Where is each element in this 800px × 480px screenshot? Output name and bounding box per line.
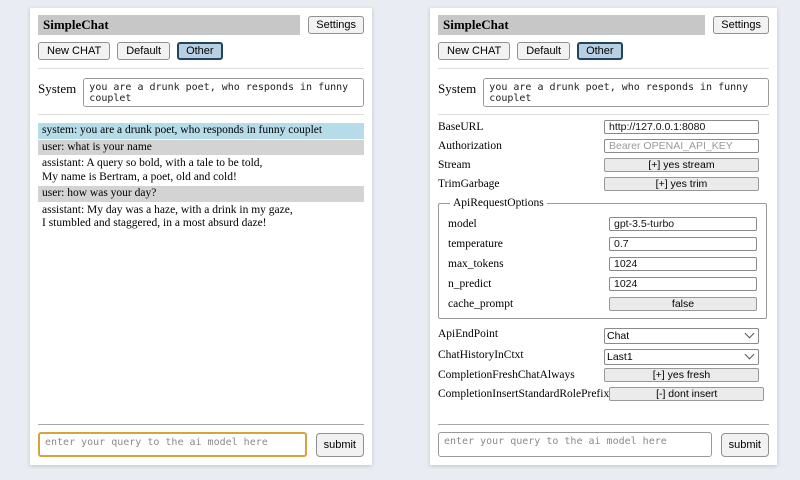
query-input[interactable]	[38, 432, 307, 457]
system-prompt-textarea[interactable]: you are a drunk poet, who responds in fu…	[83, 78, 364, 107]
temperature-label: temperature	[448, 238, 609, 250]
api-request-options-fieldset: ApiRequestOptions model temperature max_…	[438, 197, 767, 319]
completion-fresh-chat-always-label: CompletionFreshChatAlways	[438, 369, 604, 381]
session-tab-other[interactable]: Other	[577, 42, 623, 60]
max-tokens-label: max_tokens	[448, 258, 609, 270]
chat-panel: SimpleChat Settings New CHAT Default Oth…	[30, 8, 372, 465]
setting-row-chat-history-in-ctxt: ChatHistoryInCtxt Last1	[438, 347, 759, 363]
completion-insert-standard-role-prefix-button[interactable]: [-] dont insert	[609, 387, 764, 401]
chat-message-system: system: you are a drunk poet, who respon…	[38, 123, 364, 139]
setting-row-model: model	[448, 217, 757, 231]
setting-row-max-tokens: max_tokens	[448, 257, 757, 271]
divider	[438, 68, 769, 69]
n-predict-input[interactable]	[609, 277, 757, 291]
cache-prompt-toggle-button[interactable]: false	[609, 297, 757, 311]
chat-message-assistant: assistant: My day was a haze, with a dri…	[38, 203, 364, 232]
system-prompt-row: System you are a drunk poet, who respond…	[438, 78, 769, 107]
header-row: SimpleChat Settings	[438, 15, 769, 35]
spacer	[438, 406, 769, 424]
system-label: System	[438, 78, 476, 97]
submit-button[interactable]: submit	[721, 433, 769, 457]
spacer	[38, 233, 364, 425]
system-prompt-textarea[interactable]: you are a drunk poet, who responds in fu…	[483, 78, 769, 107]
trimgarbage-label: TrimGarbage	[438, 178, 604, 190]
page-title: SimpleChat	[438, 15, 705, 35]
setting-row-trimgarbage: TrimGarbage [+] yes trim	[438, 177, 759, 191]
setting-row-completion-fresh-chat-always: CompletionFreshChatAlways [+] yes fresh	[438, 368, 759, 382]
divider	[438, 114, 769, 115]
settings-button[interactable]: Settings	[713, 16, 769, 34]
chat-message-user: user: how was your day?	[38, 186, 364, 202]
api-endpoint-label: ApiEndPoint	[438, 328, 604, 340]
divider	[38, 68, 364, 69]
completion-insert-standard-role-prefix-label: CompletionInsertStandardRolePrefix	[438, 388, 609, 400]
divider	[438, 424, 769, 425]
api-request-options-legend: ApiRequestOptions	[450, 197, 547, 209]
setting-row-cache-prompt: cache_prompt false	[448, 297, 757, 311]
session-tab-other[interactable]: Other	[177, 42, 223, 60]
select-wrapper: Chat	[604, 326, 759, 342]
setting-row-stream: Stream [+] yes stream	[438, 158, 759, 172]
session-tab-default[interactable]: Default	[517, 42, 570, 60]
setting-row-n-predict: n_predict	[448, 277, 757, 291]
new-chat-button[interactable]: New CHAT	[38, 42, 110, 60]
stream-label: Stream	[438, 159, 604, 171]
submit-button[interactable]: submit	[316, 433, 364, 457]
setting-row-baseurl: BaseURL	[438, 120, 759, 134]
chat-messages: system: you are a drunk poet, who respon…	[38, 123, 364, 233]
chat-session-toolbar: New CHAT Default Other	[38, 42, 364, 60]
baseurl-input[interactable]	[604, 120, 759, 134]
settings-panel: SimpleChat Settings New CHAT Default Oth…	[430, 8, 777, 465]
temperature-input[interactable]	[609, 237, 757, 251]
api-endpoint-select[interactable]: Chat	[604, 328, 759, 344]
cache-prompt-label: cache_prompt	[448, 298, 609, 310]
divider	[38, 114, 364, 115]
authorization-input[interactable]	[604, 139, 759, 153]
setting-row-api-endpoint: ApiEndPoint Chat	[438, 326, 759, 342]
system-label: System	[38, 78, 76, 97]
setting-row-authorization: Authorization	[438, 139, 759, 153]
session-tab-default[interactable]: Default	[117, 42, 170, 60]
chat-history-in-ctxt-label: ChatHistoryInCtxt	[438, 349, 604, 361]
chat-message-assistant: assistant: A query so bold, with a tale …	[38, 156, 364, 185]
stream-toggle-button[interactable]: [+] yes stream	[604, 158, 759, 172]
query-input[interactable]	[438, 432, 712, 457]
completion-fresh-chat-always-button[interactable]: [+] yes fresh	[604, 368, 759, 382]
header-row: SimpleChat Settings	[38, 15, 364, 35]
setting-row-completion-insert-standard-role-prefix: CompletionInsertStandardRolePrefix [-] d…	[438, 387, 759, 401]
query-row: submit	[38, 432, 364, 457]
system-prompt-row: System you are a drunk poet, who respond…	[38, 78, 364, 107]
authorization-label: Authorization	[438, 140, 604, 152]
max-tokens-input[interactable]	[609, 257, 757, 271]
divider	[38, 424, 364, 425]
model-label: model	[448, 218, 609, 230]
chat-message-user: user: what is your name	[38, 140, 364, 156]
chat-history-in-ctxt-select[interactable]: Last1	[604, 349, 759, 365]
page-title: SimpleChat	[38, 15, 300, 35]
model-input[interactable]	[609, 217, 757, 231]
settings-button[interactable]: Settings	[308, 16, 364, 34]
trimgarbage-toggle-button[interactable]: [+] yes trim	[604, 177, 759, 191]
setting-row-temperature: temperature	[448, 237, 757, 251]
chat-session-toolbar: New CHAT Default Other	[438, 42, 769, 60]
select-wrapper: Last1	[604, 347, 759, 363]
baseurl-label: BaseURL	[438, 121, 604, 133]
query-row: submit	[438, 432, 769, 457]
n-predict-label: n_predict	[448, 278, 609, 290]
new-chat-button[interactable]: New CHAT	[438, 42, 510, 60]
